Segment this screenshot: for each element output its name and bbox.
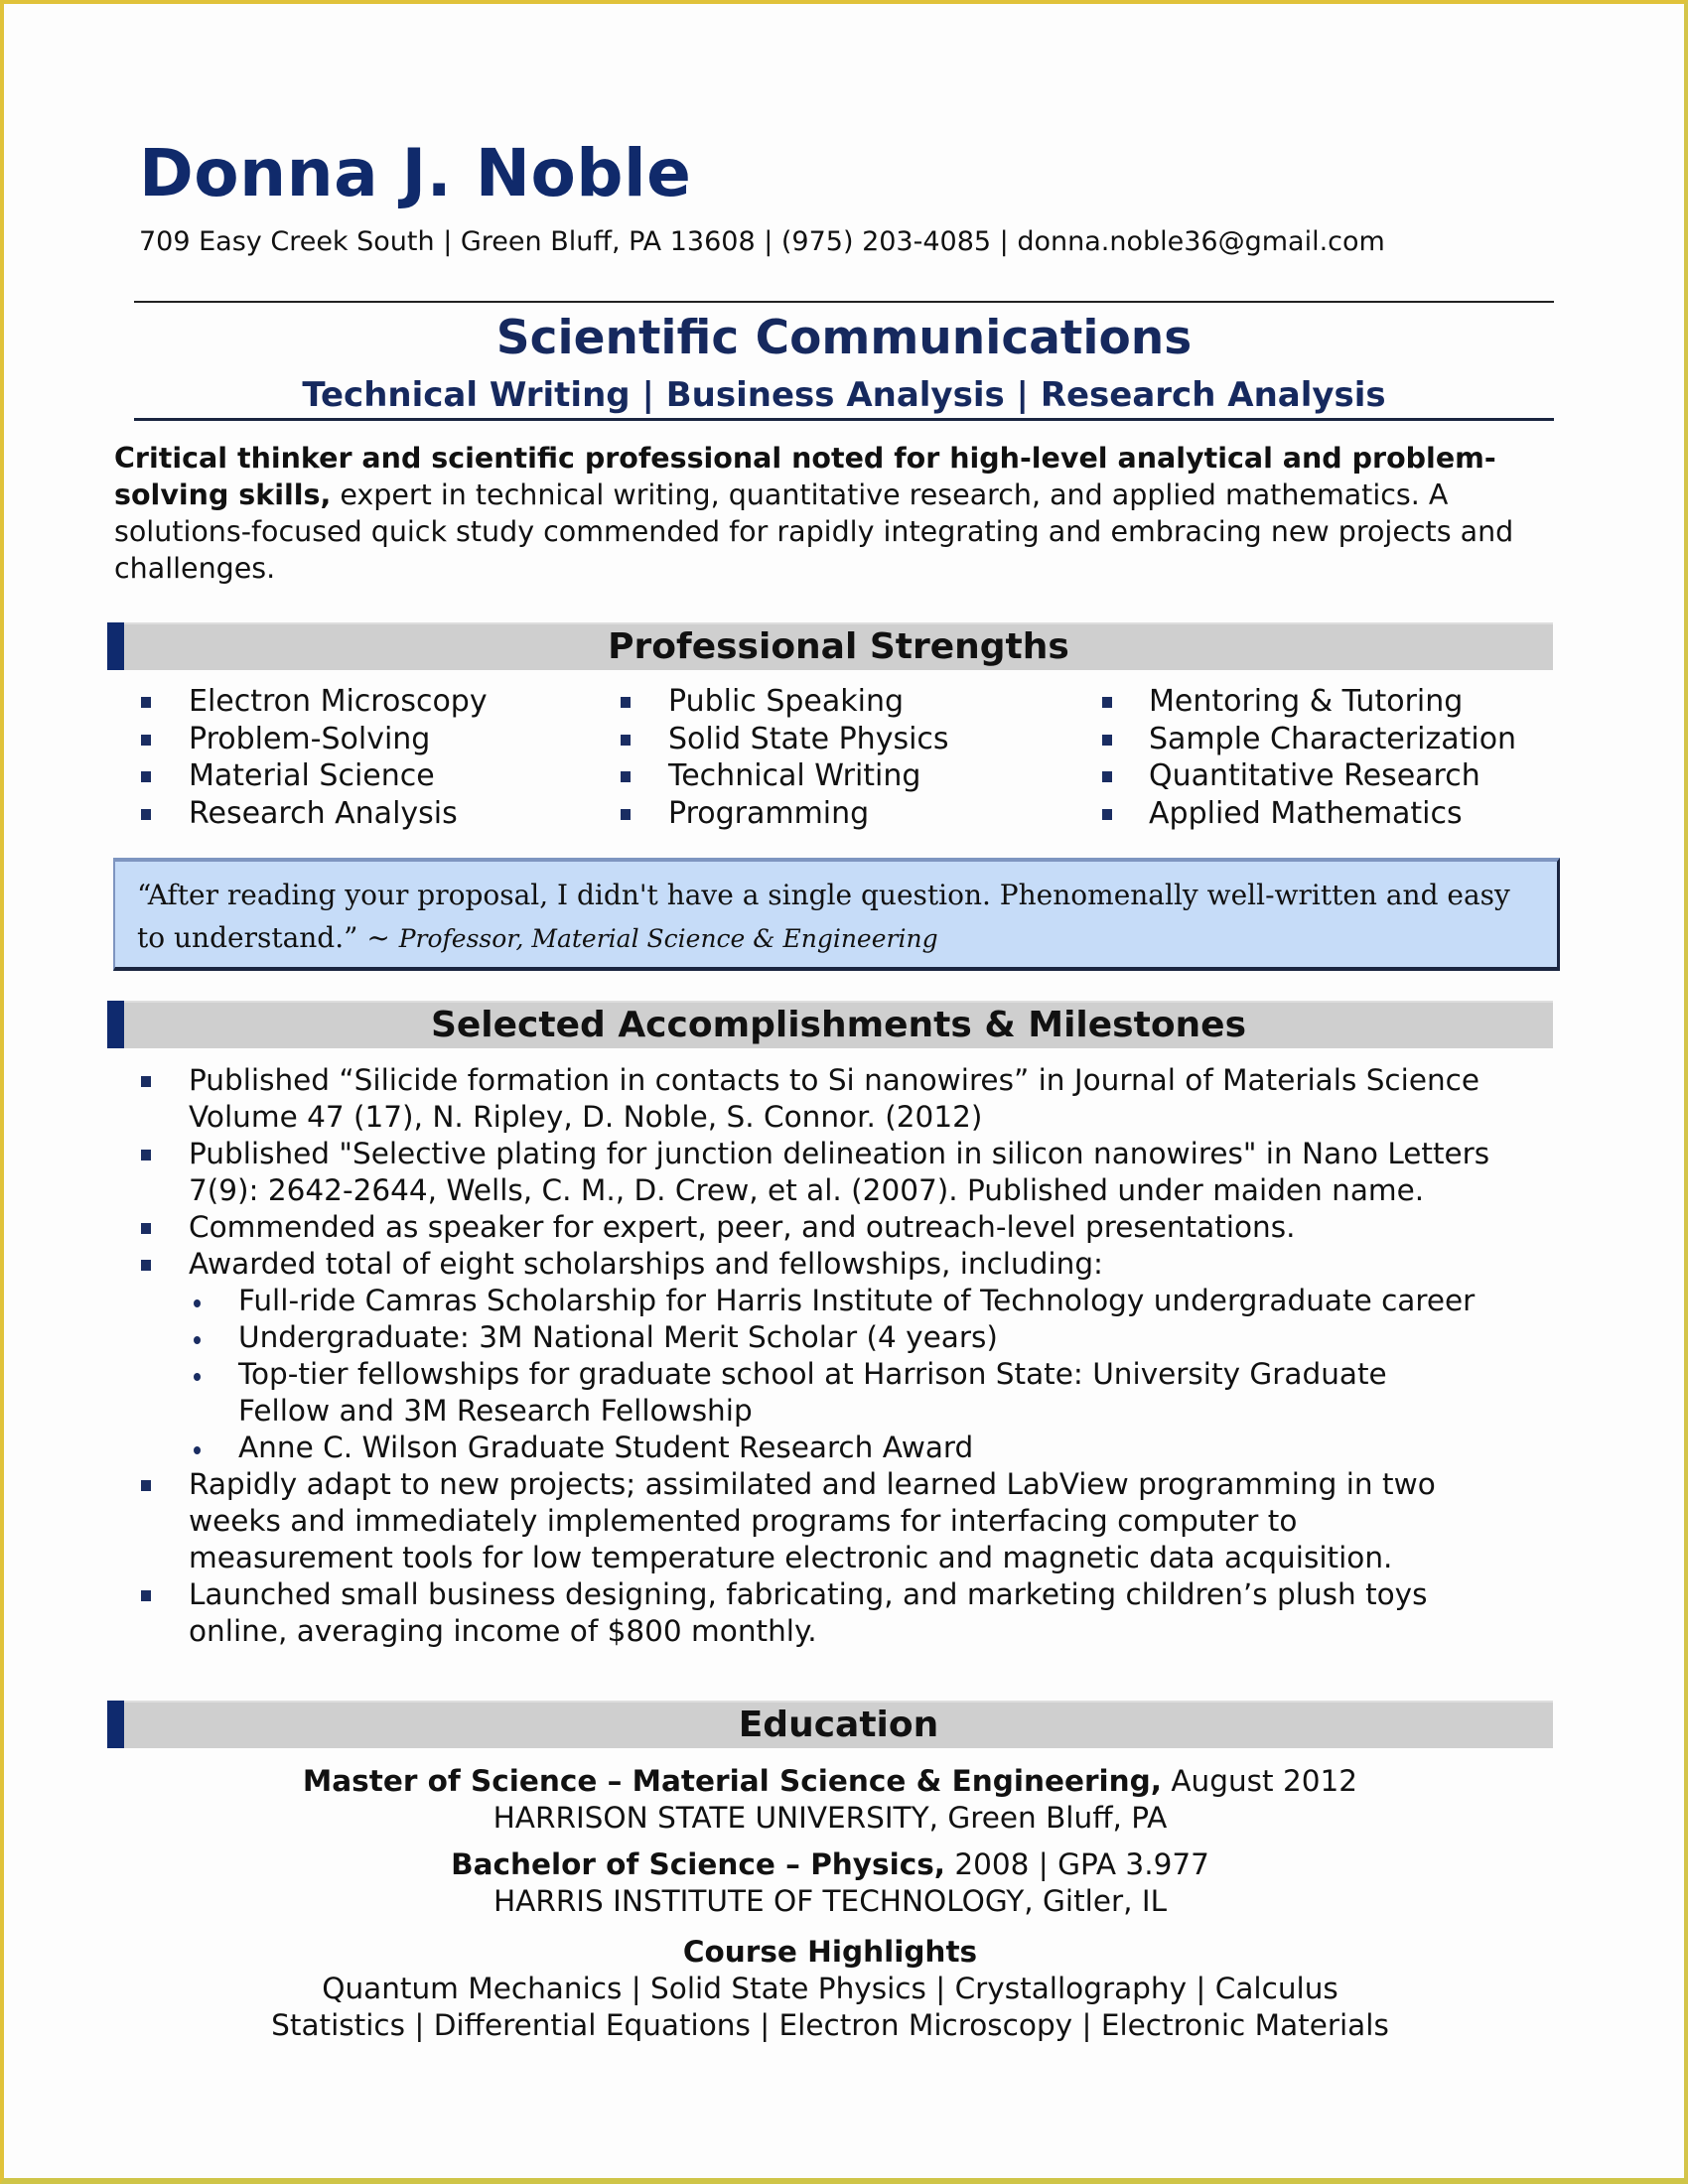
section-accent (107, 622, 124, 670)
strength-item: Applied Mathematics (1149, 795, 1463, 831)
round-bullet-icon (194, 1446, 201, 1454)
degree-2: Bachelor of Science – Physics, 2008 | GP… (107, 1846, 1553, 1883)
course-highlights-line-2: Statistics | Differential Equations | El… (271, 2008, 1389, 2042)
headline: Scientific Communications (495, 311, 1193, 365)
course-highlights-title: Course Highlights (682, 1935, 978, 1969)
sub-accomplishment-line: Undergraduate: 3M National Merit Scholar… (238, 1320, 998, 1354)
strength-item: Problem-Solving (189, 721, 431, 756)
strength-item: Solid State Physics (668, 721, 949, 756)
sub-accomplishment-line: Top-tier fellowships for graduate school… (238, 1357, 1387, 1391)
accomplishment-line: Published “Silicide formation in contact… (189, 1063, 1480, 1097)
square-bullet-icon (1102, 771, 1112, 782)
square-bullet-icon (1102, 697, 1112, 708)
square-bullet-icon (621, 808, 631, 820)
degree-2-detail: 2008 | GPA 3.977 (944, 1847, 1209, 1881)
accomplishment-line: weeks and immediately implemented progra… (189, 1504, 1298, 1538)
degree-2-school: HARRIS INSTITUTE OF TECHNOLOGY, Gitler, … (492, 1884, 1168, 1918)
degree-1-title: Master of Science – Material Science & E… (302, 1764, 1162, 1798)
strength-item: Mentoring & Tutoring (1149, 684, 1464, 719)
accomplishment-line: Awarded total of eight scholarships and … (189, 1247, 1103, 1281)
degree-1-school: HARRISON STATE UNIVERSITY, Green Bluff, … (492, 1801, 1168, 1835)
accomplishment-line: Launched small business designing, fabri… (189, 1577, 1428, 1611)
section-accent (107, 1001, 124, 1048)
square-bullet-icon (141, 697, 151, 708)
section-header-strengths: Professional Strengths (107, 622, 1553, 670)
testimonial-box: “After reading your proposal, I didn't h… (113, 858, 1560, 971)
section-header-education: Education (107, 1701, 1553, 1748)
testimonial-line-2: to understand.” ~ (137, 921, 399, 954)
strength-item: Programming (668, 795, 870, 831)
square-bullet-icon (1102, 808, 1112, 820)
sub-accomplishment-line: Full-ride Camras Scholarship for Harris … (238, 1284, 1476, 1317)
square-bullet-icon (621, 697, 631, 708)
strength-item: Quantitative Research (1149, 758, 1480, 793)
strength-item: Electron Microscopy (189, 684, 488, 719)
square-bullet-icon (141, 771, 151, 782)
square-bullet-icon (141, 734, 151, 746)
accomplishment-line: Commended as speaker for expert, peer, a… (189, 1210, 1296, 1244)
square-bullet-icon (141, 1260, 151, 1271)
course-highlights-line-1: Quantum Mechanics | Solid State Physics … (322, 1972, 1338, 2005)
accomplishment-line: Volume 47 (17), N. Ripley, D. Noble, S. … (189, 1100, 983, 1134)
section-title: Professional Strengths (608, 626, 1069, 667)
sub-accomplishment-line: Anne C. Wilson Graduate Student Research… (238, 1431, 974, 1464)
square-bullet-icon (141, 808, 151, 820)
section-header-accomplishments: Selected Accomplishments & Milestones (107, 1001, 1553, 1048)
square-bullet-icon (1102, 734, 1112, 746)
accomplishment-line: measurement tools for low temperature el… (189, 1541, 1393, 1574)
square-bullet-icon (621, 771, 631, 782)
square-bullet-icon (621, 734, 631, 746)
degree-1: Master of Science – Material Science & E… (107, 1763, 1553, 1800)
section-accent (107, 1701, 124, 1748)
header-rule-bottom (134, 418, 1554, 421)
square-bullet-icon (141, 1076, 151, 1087)
header-rule-top (134, 301, 1554, 303)
strength-item: Research Analysis (189, 795, 458, 831)
square-bullet-icon (141, 1150, 151, 1160)
square-bullet-icon (141, 1223, 151, 1234)
testimonial-text: “After reading your proposal, I didn't h… (137, 874, 1547, 960)
degree-1-detail: August 2012 (1162, 1764, 1358, 1798)
strength-item: Public Speaking (668, 684, 905, 719)
section-title: Education (738, 1705, 939, 1745)
accomplishment-line: Published "Selective plating for junctio… (189, 1137, 1490, 1170)
degree-2-title: Bachelor of Science – Physics, (451, 1847, 945, 1881)
strength-item: Technical Writing (668, 758, 921, 793)
contact-line: 709 Easy Creek South | Green Bluff, PA 1… (139, 226, 1385, 257)
testimonial-attribution: Professor, Material Science & Engineerin… (398, 924, 938, 953)
square-bullet-icon (141, 1590, 151, 1601)
accomplishment-line: online, averaging income of $800 monthly… (189, 1614, 817, 1648)
sub-accomplishment-line: Fellow and 3M Research Fellowship (238, 1394, 753, 1428)
strength-item: Sample Characterization (1149, 721, 1517, 756)
square-bullet-icon (141, 1480, 151, 1491)
testimonial-line-1: “After reading your proposal, I didn't h… (137, 879, 1510, 911)
accomplishment-line: Rapidly adapt to new projects; assimilat… (189, 1467, 1436, 1501)
round-bullet-icon (194, 1336, 201, 1344)
summary-paragraph: Critical thinker and scientific professi… (114, 440, 1554, 587)
candidate-name: Donna J. Noble (139, 135, 692, 211)
section-title: Selected Accomplishments & Milestones (430, 1005, 1247, 1045)
round-bullet-icon (194, 1299, 201, 1307)
strength-item: Material Science (189, 758, 435, 793)
accomplishment-line: 7(9): 2642-2644, Wells, C. M., D. Crew, … (189, 1173, 1425, 1207)
round-bullet-icon (194, 1373, 201, 1381)
subheadline: Technical Writing | Business Analysis | … (302, 375, 1386, 415)
